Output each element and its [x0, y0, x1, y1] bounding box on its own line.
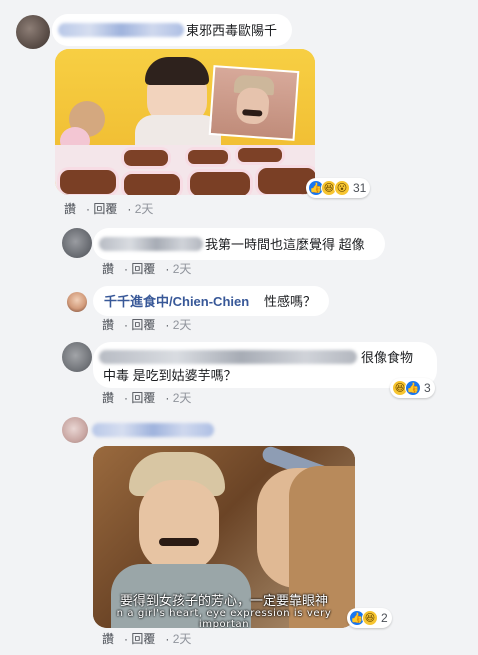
- comment-bubble: 千千進食中/Chien-Chien 性感嗎？: [93, 286, 329, 316]
- haha-icon: 😆: [362, 610, 378, 626]
- comment-text: 我第一時間也這麼覺得 超像: [205, 237, 365, 252]
- reply-button[interactable]: 回覆: [131, 262, 155, 276]
- commenter-avatar[interactable]: [62, 342, 92, 372]
- timestamp[interactable]: 2天: [135, 202, 154, 216]
- reaction-summary[interactable]: 😆 👍 3: [390, 378, 435, 398]
- comment-bubble: 我第一時間也這麼覺得 超像: [93, 228, 385, 260]
- like-icon: 👍: [405, 380, 421, 396]
- timestamp[interactable]: 2天: [173, 632, 192, 646]
- like-button[interactable]: 讚: [102, 632, 114, 646]
- reply-button[interactable]: 回覆: [93, 202, 117, 216]
- reaction-summary[interactable]: 👍 😆 2: [347, 608, 392, 628]
- timestamp[interactable]: 2天: [173, 391, 192, 405]
- author-avatar[interactable]: [67, 292, 87, 312]
- reaction-count: 31: [353, 181, 367, 195]
- like-button[interactable]: 讚: [102, 318, 114, 332]
- reaction-summary[interactable]: 👍 😆 😮 31: [306, 178, 371, 198]
- like-button[interactable]: 讚: [102, 391, 114, 405]
- subtitle-chinese: 要得到女孩子的芳心，一定要靠眼神: [119, 594, 328, 609]
- man-face: [139, 480, 219, 572]
- inset-photo: [208, 65, 300, 141]
- blurred-author-name[interactable]: [99, 350, 357, 364]
- comment-text: 東邪西毒歐陽千: [186, 23, 278, 38]
- like-button[interactable]: 讚: [64, 202, 76, 216]
- commenter-avatar[interactable]: [62, 417, 88, 443]
- man-mustache: [159, 538, 199, 546]
- blurred-author-name[interactable]: [92, 423, 214, 437]
- comment-text-line2: 中毒 是吃到姑婆芋嗎？: [103, 368, 237, 383]
- comment-actions: 讚 · 回覆 · 2天: [102, 318, 192, 332]
- commenter-avatar[interactable]: [62, 228, 92, 258]
- subtitle-english: n a girl's heart, eye expression is very…: [116, 608, 332, 628]
- comment-bubble: 很像食物 中毒 是吃到姑婆芋嗎？: [93, 342, 437, 388]
- blurred-author-name[interactable]: [99, 237, 203, 251]
- comment-text: 性感嗎？: [264, 294, 317, 309]
- comment-actions: 讚 · 回覆 · 2天: [64, 202, 154, 216]
- mochi-row: [55, 141, 315, 195]
- like-button[interactable]: 讚: [102, 262, 114, 276]
- blurred-author-name[interactable]: [58, 23, 184, 37]
- commenter-avatar[interactable]: [16, 15, 50, 49]
- reaction-count: 3: [424, 381, 431, 395]
- comment-photo[interactable]: [55, 49, 315, 195]
- reply-button[interactable]: 回覆: [131, 632, 155, 646]
- comment-bubble: 東邪西毒歐陽千: [52, 14, 292, 46]
- wow-icon: 😮: [334, 180, 350, 196]
- reply-button[interactable]: 回覆: [131, 318, 155, 332]
- woman-hair: [145, 57, 209, 85]
- comment-actions: 讚 · 回覆 · 2天: [102, 632, 192, 646]
- comment-text-line1: 很像食物: [361, 350, 414, 365]
- author-name-link[interactable]: 千千進食中/Chien-Chien: [104, 293, 249, 310]
- comment-actions: 讚 · 回覆 · 2天: [102, 391, 192, 405]
- timestamp[interactable]: 2天: [173, 318, 192, 332]
- comment-photo[interactable]: 要得到女孩子的芳心，一定要靠眼神 n a girl's heart, eye e…: [93, 446, 355, 628]
- reaction-count: 2: [381, 611, 388, 625]
- comment-actions: 讚 · 回覆 · 2天: [102, 262, 192, 276]
- timestamp[interactable]: 2天: [173, 262, 192, 276]
- reply-button[interactable]: 回覆: [131, 391, 155, 405]
